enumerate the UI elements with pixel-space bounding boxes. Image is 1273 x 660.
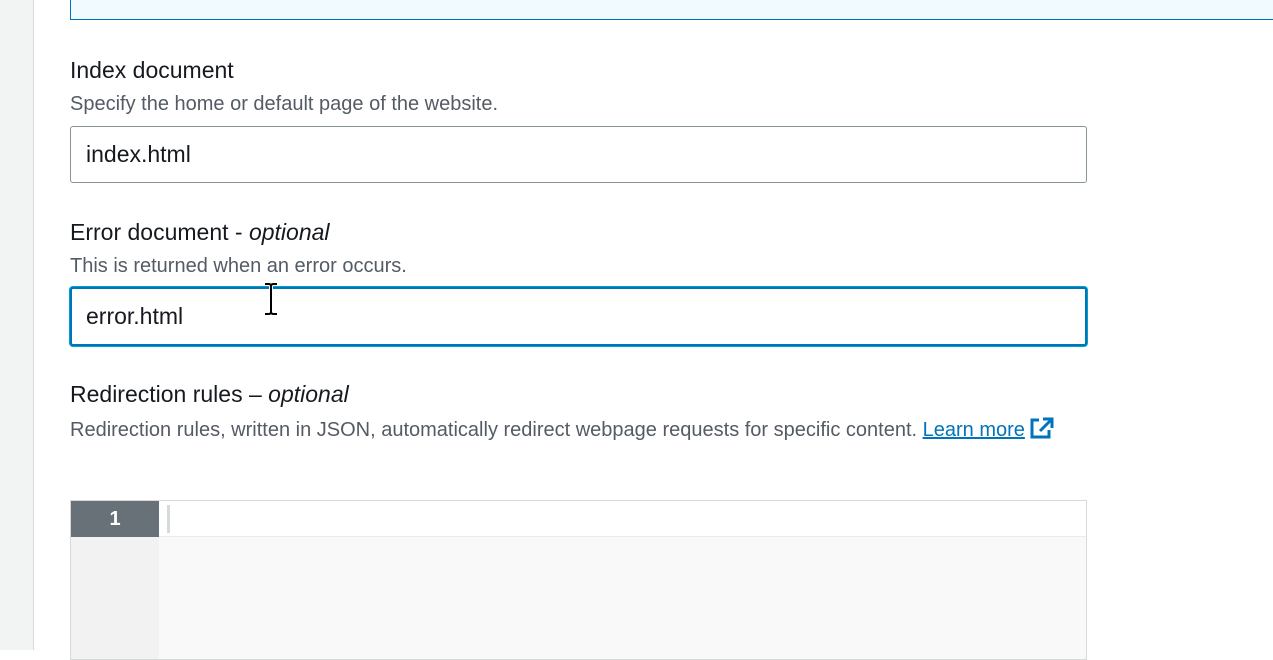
error-document-description: This is returned when an error occurs. [70,255,407,277]
text-cursor-icon [265,282,277,316]
error-document-optional: optional [248,219,330,245]
redirection-rules-description: Redirection rules, written in JSON, auto… [70,416,1055,442]
index-document-input[interactable] [70,126,1087,183]
left-rail [0,0,34,650]
redirection-rules-label: Redirection rules – optional [70,380,349,408]
redirection-rules-label-text: Redirection rules – [70,381,269,407]
external-link-icon [1030,417,1054,439]
error-document-input[interactable] [70,287,1087,346]
error-document-label: Error document - optional [70,218,330,246]
editor-active-line[interactable] [159,501,1086,537]
index-document-description: Specify the home or default page of the … [70,93,499,115]
redirection-rules-editor[interactable]: 1 [70,500,1087,660]
learn-more-text: Learn more [922,419,1025,441]
redirection-rules-optional: optional [268,381,349,407]
index-document-label: Index document [70,57,234,83]
learn-more-link[interactable]: Learn more [922,417,1055,441]
error-document-label-text: Error document - [70,219,249,245]
redirection-rules-description-text: Redirection rules, written in JSON, auto… [70,419,923,441]
editor-caret [167,505,170,533]
info-panel [70,0,1273,20]
editor-line-number: 1 [71,501,159,537]
